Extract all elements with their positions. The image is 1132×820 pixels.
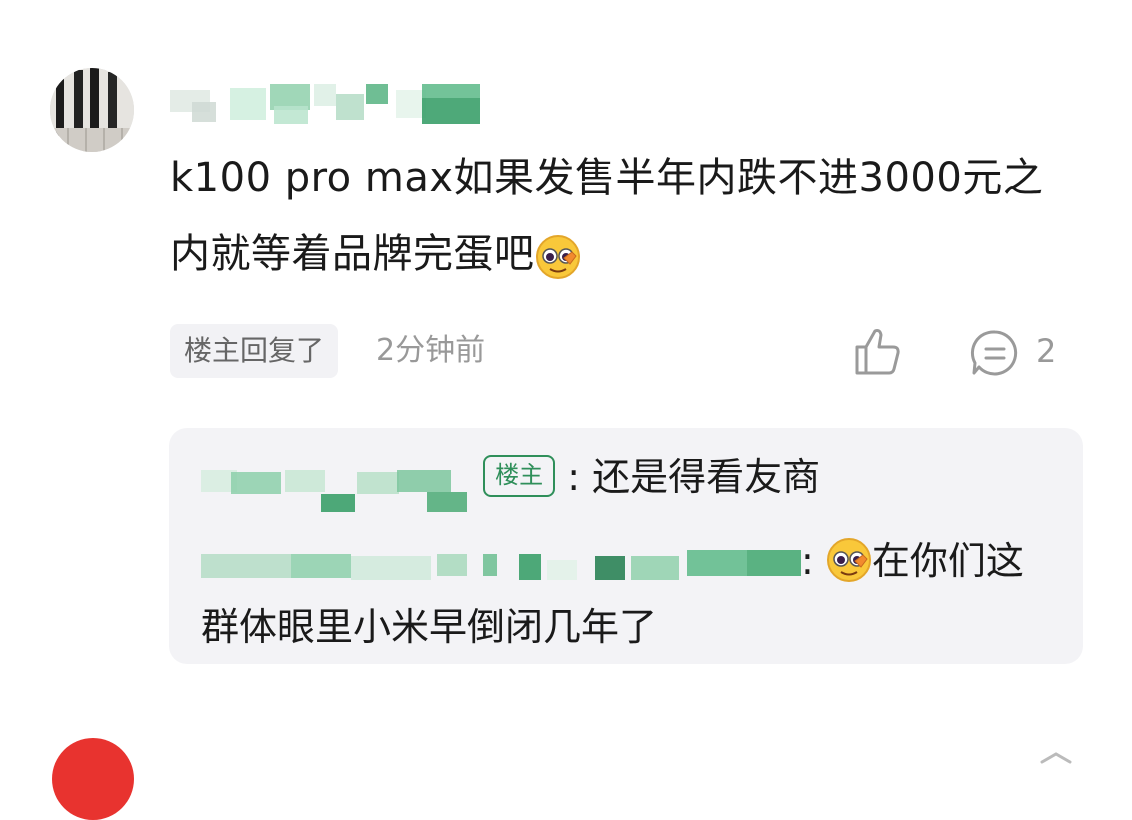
grimace-emoji-icon [535,229,581,279]
avatar-image [50,68,134,152]
comment-meta: 楼主回复了 2分钟前 2 [170,324,1070,378]
reply-username[interactable] [201,458,471,512]
op-badge: 楼主 [483,454,556,497]
reply-text: 还是得看友商 [592,455,821,499]
comment-body: k100 pro max如果发售半年内跌不进3000元之内就等着品牌完蛋吧 [170,140,1070,292]
reply-count: 2 [1036,332,1057,370]
comment-icon[interactable] [970,328,1020,378]
replies-panel[interactable]: 楼主 : 还是得看友商 : 在你们这群体眼里小米早倒闭几年了 [169,428,1083,664]
user-avatar[interactable] [50,68,134,152]
grimace-emoji-icon [826,537,872,583]
chevron-down-icon[interactable] [1036,748,1076,772]
reply-username[interactable] [201,542,801,586]
reply-separator: : [567,455,580,499]
reply-item: : 在你们这群体眼里小米早倒闭几年了 [201,528,1061,660]
next-user-avatar[interactable] [52,738,134,820]
thumbs-up-icon[interactable] [853,327,905,377]
op-replied-badge[interactable]: 楼主回复了 [170,324,339,378]
comment-username[interactable] [170,84,490,124]
reply-separator: : [801,539,814,583]
reply-item: 楼主 : 还是得看友商 [201,446,1061,512]
comment-time: 2分钟前 [376,333,486,368]
comment-text: k100 pro max如果发售半年内跌不进3000元之内就等着品牌完蛋吧 [170,155,1044,277]
